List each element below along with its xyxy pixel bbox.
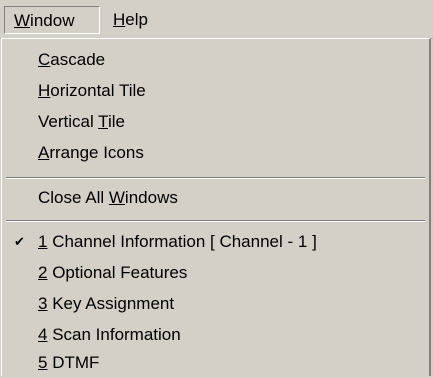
menu-item-vertical-tile[interactable]: Vertical Tile <box>2 107 429 137</box>
label-text: Key Assignment <box>47 294 175 313</box>
label-text: indows <box>124 188 178 207</box>
menu-item-label: 1 Channel Information [ Channel - 1 ] <box>38 227 317 257</box>
mnemonic: W <box>108 188 125 207</box>
label-text: Close All <box>38 188 109 207</box>
menu-item-horizontal-tile[interactable]: Horizontal Tile <box>2 76 429 106</box>
mnemonic: H <box>38 81 51 100</box>
menu-item-window-2[interactable]: 2 Optional Features <box>2 258 429 288</box>
menu-item-label: Cascade <box>38 45 105 75</box>
window-menu-label: indow <box>30 11 75 30</box>
label-text: Scan Information <box>47 325 181 344</box>
window-menu-mnemonic: W <box>14 11 31 30</box>
label-text: Channel Information [ Channel - 1 ] <box>47 232 317 251</box>
help-menu[interactable]: Help <box>104 6 157 34</box>
label-text: ascade <box>50 50 106 69</box>
help-menu-mnemonic: H <box>113 10 126 29</box>
menu-item-label: Horizontal Tile <box>38 76 146 106</box>
label-text: ile <box>107 112 125 131</box>
label-text: Vertical <box>38 112 99 131</box>
menu-item-arrange-icons[interactable]: Arrange Icons <box>2 138 429 168</box>
label-text: DTMF <box>47 353 100 372</box>
menu-item-label: Vertical Tile <box>38 107 125 137</box>
mnemonic: A <box>38 143 50 162</box>
menu-item-window-5[interactable]: 5 DTMF <box>2 348 429 378</box>
menu-item-label: 3 Key Assignment <box>38 289 174 319</box>
menu-item-label: Close All Windows <box>38 183 178 213</box>
label-text: Optional Features <box>47 263 188 282</box>
menu-item-label: 2 Optional Features <box>38 258 187 288</box>
mnemonic: C <box>38 50 51 69</box>
menu-separator <box>6 177 425 179</box>
menu-item-label: Arrange Icons <box>38 138 144 168</box>
label-text: rrange Icons <box>49 143 144 162</box>
menu-item-window-4[interactable]: 4 Scan Information <box>2 320 429 350</box>
checkmark-icon: ✔ <box>14 234 25 249</box>
label-text: orizontal Tile <box>50 81 146 100</box>
menu-separator <box>6 220 425 222</box>
menu-bar: Window Help <box>0 0 433 39</box>
mnemonic: T <box>98 112 108 131</box>
menu-item-window-1[interactable]: ✔ 1 Channel Information [ Channel - 1 ] <box>2 227 429 257</box>
menu-item-window-3[interactable]: 3 Key Assignment <box>2 289 429 319</box>
window-dropdown-menu: Cascade Horizontal Tile Vertical Tile Ar… <box>1 38 431 376</box>
menu-item-label: 4 Scan Information <box>38 320 181 350</box>
window-menu[interactable]: Window <box>4 6 100 34</box>
menu-item-label: 5 DTMF <box>38 348 99 378</box>
help-menu-label: elp <box>125 10 148 29</box>
menu-item-close-all-windows[interactable]: Close All Windows <box>2 183 429 213</box>
menu-item-cascade[interactable]: Cascade <box>2 45 429 75</box>
